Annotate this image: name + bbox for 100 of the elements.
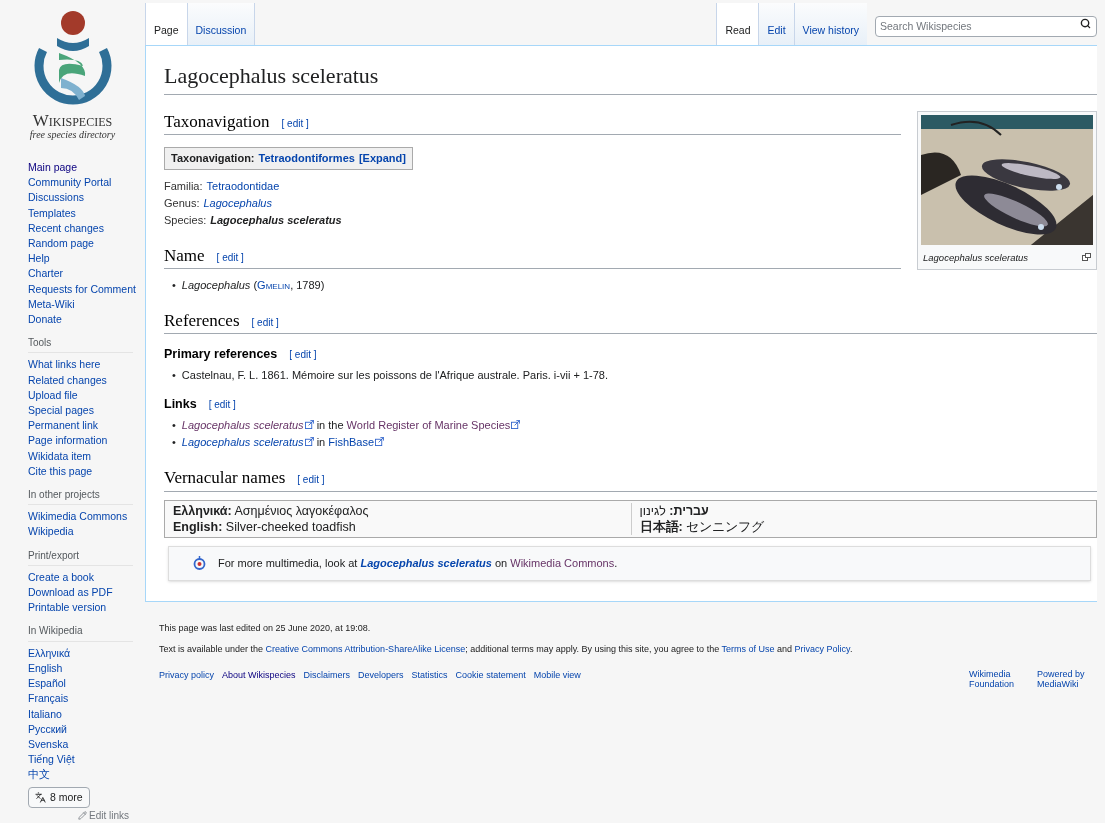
sidebar-heading: In other projects xyxy=(28,487,133,506)
sidebar-link[interactable]: Requests for Comment xyxy=(28,281,145,297)
subsection-heading: Primary references xyxy=(164,346,278,364)
taxon-link[interactable]: Lagocephalus xyxy=(203,194,272,212)
external-link-icon xyxy=(511,420,521,430)
page-title: Lagocephalus sceleratus xyxy=(164,62,1097,95)
sidebar-link[interactable]: Donate xyxy=(28,312,145,328)
sidebar-link[interactable]: Wikimedia Commons xyxy=(28,509,145,525)
vernacular-name: 日本語: センニンフグ xyxy=(639,518,765,535)
page-tab[interactable]: View history xyxy=(793,3,867,45)
edit-link[interactable]: [ edit ] xyxy=(297,471,325,489)
site-link[interactable]: FishBase xyxy=(328,436,385,449)
license-text: Text is available under the Creative Commons Attribution-ShareAlike License; additional terms may apply. By using this site, you agree to the Terms of Use and Privacy Policy. xyxy=(159,643,854,656)
sidebar-link[interactable]: Wikidata item xyxy=(28,448,145,464)
taxon-link[interactable]: Tetraodontidae xyxy=(206,177,280,195)
edit-link[interactable]: [ edit ] xyxy=(208,396,236,414)
more-languages-button[interactable]: 8 more xyxy=(28,786,90,808)
sidebar-link[interactable]: Printable version xyxy=(28,600,145,616)
rank-label: Species: xyxy=(164,212,207,228)
edit-link[interactable]: [ edit ] xyxy=(281,114,309,132)
taxon-link[interactable]: Tetraodontiformes xyxy=(258,149,355,167)
external-link-icon xyxy=(304,420,314,430)
bullet: • xyxy=(172,435,176,451)
edit-link[interactable]: [ edit ] xyxy=(216,248,244,266)
sidebar-link[interactable]: What links here xyxy=(28,357,145,373)
vernacular-name: עברית: לגינון xyxy=(639,502,709,519)
bullet: • xyxy=(172,278,176,293)
commons-taxon-link[interactable]: Lagocephalus sceleratus xyxy=(360,556,492,569)
sidebar-link[interactable]: Svenska xyxy=(28,736,145,753)
footer-link[interactable]: Mobile view xyxy=(533,668,581,682)
sidebar-link[interactable]: Download as PDF xyxy=(28,585,145,601)
vernacular-name: Ελληνικά: Ασημένιος λαγοκέφαλος xyxy=(173,502,369,519)
pencil-icon xyxy=(78,810,87,820)
site-link[interactable]: World Register of Marine Species xyxy=(346,419,521,432)
edit-link[interactable]: [ edit ] xyxy=(289,346,317,364)
sidebar-link[interactable]: Help xyxy=(28,251,145,267)
rank-label: Familia: xyxy=(164,178,203,194)
sidebar-link[interactable]: Discussions xyxy=(28,190,145,206)
sidebar-link[interactable]: Recent changes xyxy=(28,220,145,236)
sidebar-link[interactable]: English xyxy=(28,660,145,677)
edit-links-link[interactable]: Edit links xyxy=(78,807,129,823)
logo-wordmark: Wikispecies xyxy=(32,112,113,129)
search-icon[interactable] xyxy=(1080,18,1091,29)
sidebar-link[interactable]: Tiếng Việt xyxy=(28,752,145,768)
enlarge-icon[interactable] xyxy=(1082,253,1091,261)
footer-link[interactable]: Disclaimers xyxy=(303,668,351,682)
logo-tagline: free species directory xyxy=(29,129,116,142)
sidebar-link[interactable]: Cite this page xyxy=(28,463,145,480)
expand-link[interactable]: [Expand] xyxy=(358,149,406,167)
rank-label: Genus: xyxy=(164,195,200,211)
section-heading: Name xyxy=(164,244,205,266)
footer-badge[interactable]: Powered by MediaWiki xyxy=(1037,668,1089,689)
sidebar-link[interactable]: Русский xyxy=(28,721,145,737)
sidebar-link[interactable]: Related changes xyxy=(28,372,145,388)
footer-link[interactable]: Developers xyxy=(358,668,404,682)
external-link-icon xyxy=(375,437,385,447)
sidebar-link[interactable]: Special pages xyxy=(28,403,145,419)
page-tab[interactable]: Page xyxy=(145,3,187,45)
taxon-name: Lagocephalus sceleratus xyxy=(210,212,342,228)
page-tab[interactable]: Discussion xyxy=(186,3,255,45)
taxon-citation: Lagocephalus (Gmelin, 1789) xyxy=(181,278,325,293)
subsection-heading: Links xyxy=(164,396,197,414)
sidebar-link[interactable]: Community Portal xyxy=(28,175,145,191)
page-tab[interactable]: Read xyxy=(716,3,759,45)
taxonavigation-label: Taxonavigation: xyxy=(171,150,255,166)
license-link[interactable]: Privacy Policy xyxy=(794,644,850,654)
sidebar-link[interactable]: Meta-Wiki xyxy=(28,296,145,313)
footer-link[interactable]: Cookie statement xyxy=(455,668,526,682)
image-caption: Lagocephalus sceleratus xyxy=(923,250,1029,265)
sidebar-link[interactable]: Español xyxy=(28,676,145,692)
sidebar-link[interactable]: Permanent link xyxy=(28,418,145,434)
sidebar-link[interactable]: Main page xyxy=(28,160,145,176)
sidebar-link[interactable]: Français xyxy=(28,691,145,707)
bullet: • xyxy=(172,418,176,434)
edit-link[interactable]: [ edit ] xyxy=(251,314,279,331)
sidebar-link[interactable]: Wikipedia xyxy=(28,524,145,540)
bullet: • xyxy=(172,368,176,384)
taxon-link[interactable]: Lagocephalus sceleratus xyxy=(181,436,314,449)
commons-text: For more multimedia, look at Lagocephalus sceleratus on Wikimedia Commons. xyxy=(218,555,618,571)
page-tab[interactable]: Edit xyxy=(758,3,794,45)
sidebar-link[interactable]: Page information xyxy=(28,433,145,449)
footer-badge[interactable]: Wikimedia Foundation xyxy=(969,668,1021,689)
search-field[interactable]: Search Wikispecies xyxy=(875,15,1097,37)
sidebar-link[interactable]: Italiano xyxy=(28,706,145,722)
sidebar-heading: Print/export xyxy=(28,547,133,566)
license-link[interactable]: Terms of Use xyxy=(721,644,775,654)
section-heading: Vernacular names xyxy=(164,467,286,489)
sidebar-link[interactable]: Random page xyxy=(28,236,145,252)
footer-link[interactable]: Privacy policy xyxy=(159,668,214,682)
footer-link[interactable]: Statistics xyxy=(411,668,448,682)
sidebar-link[interactable]: 中文 xyxy=(28,767,145,783)
taxon-link[interactable]: Lagocephalus sceleratus xyxy=(181,419,314,432)
sidebar-heading: Tools xyxy=(28,335,133,354)
sidebar-link[interactable]: Charter xyxy=(28,266,145,282)
sidebar-link[interactable]: Templates xyxy=(28,205,145,221)
sidebar-link[interactable]: Ελληνικά xyxy=(28,645,145,661)
sidebar-link[interactable]: Upload file xyxy=(28,387,145,404)
sidebar-link[interactable]: Create a book xyxy=(28,569,145,586)
external-link-icon xyxy=(304,437,314,447)
footer-link[interactable]: About Wikispecies xyxy=(222,668,296,682)
